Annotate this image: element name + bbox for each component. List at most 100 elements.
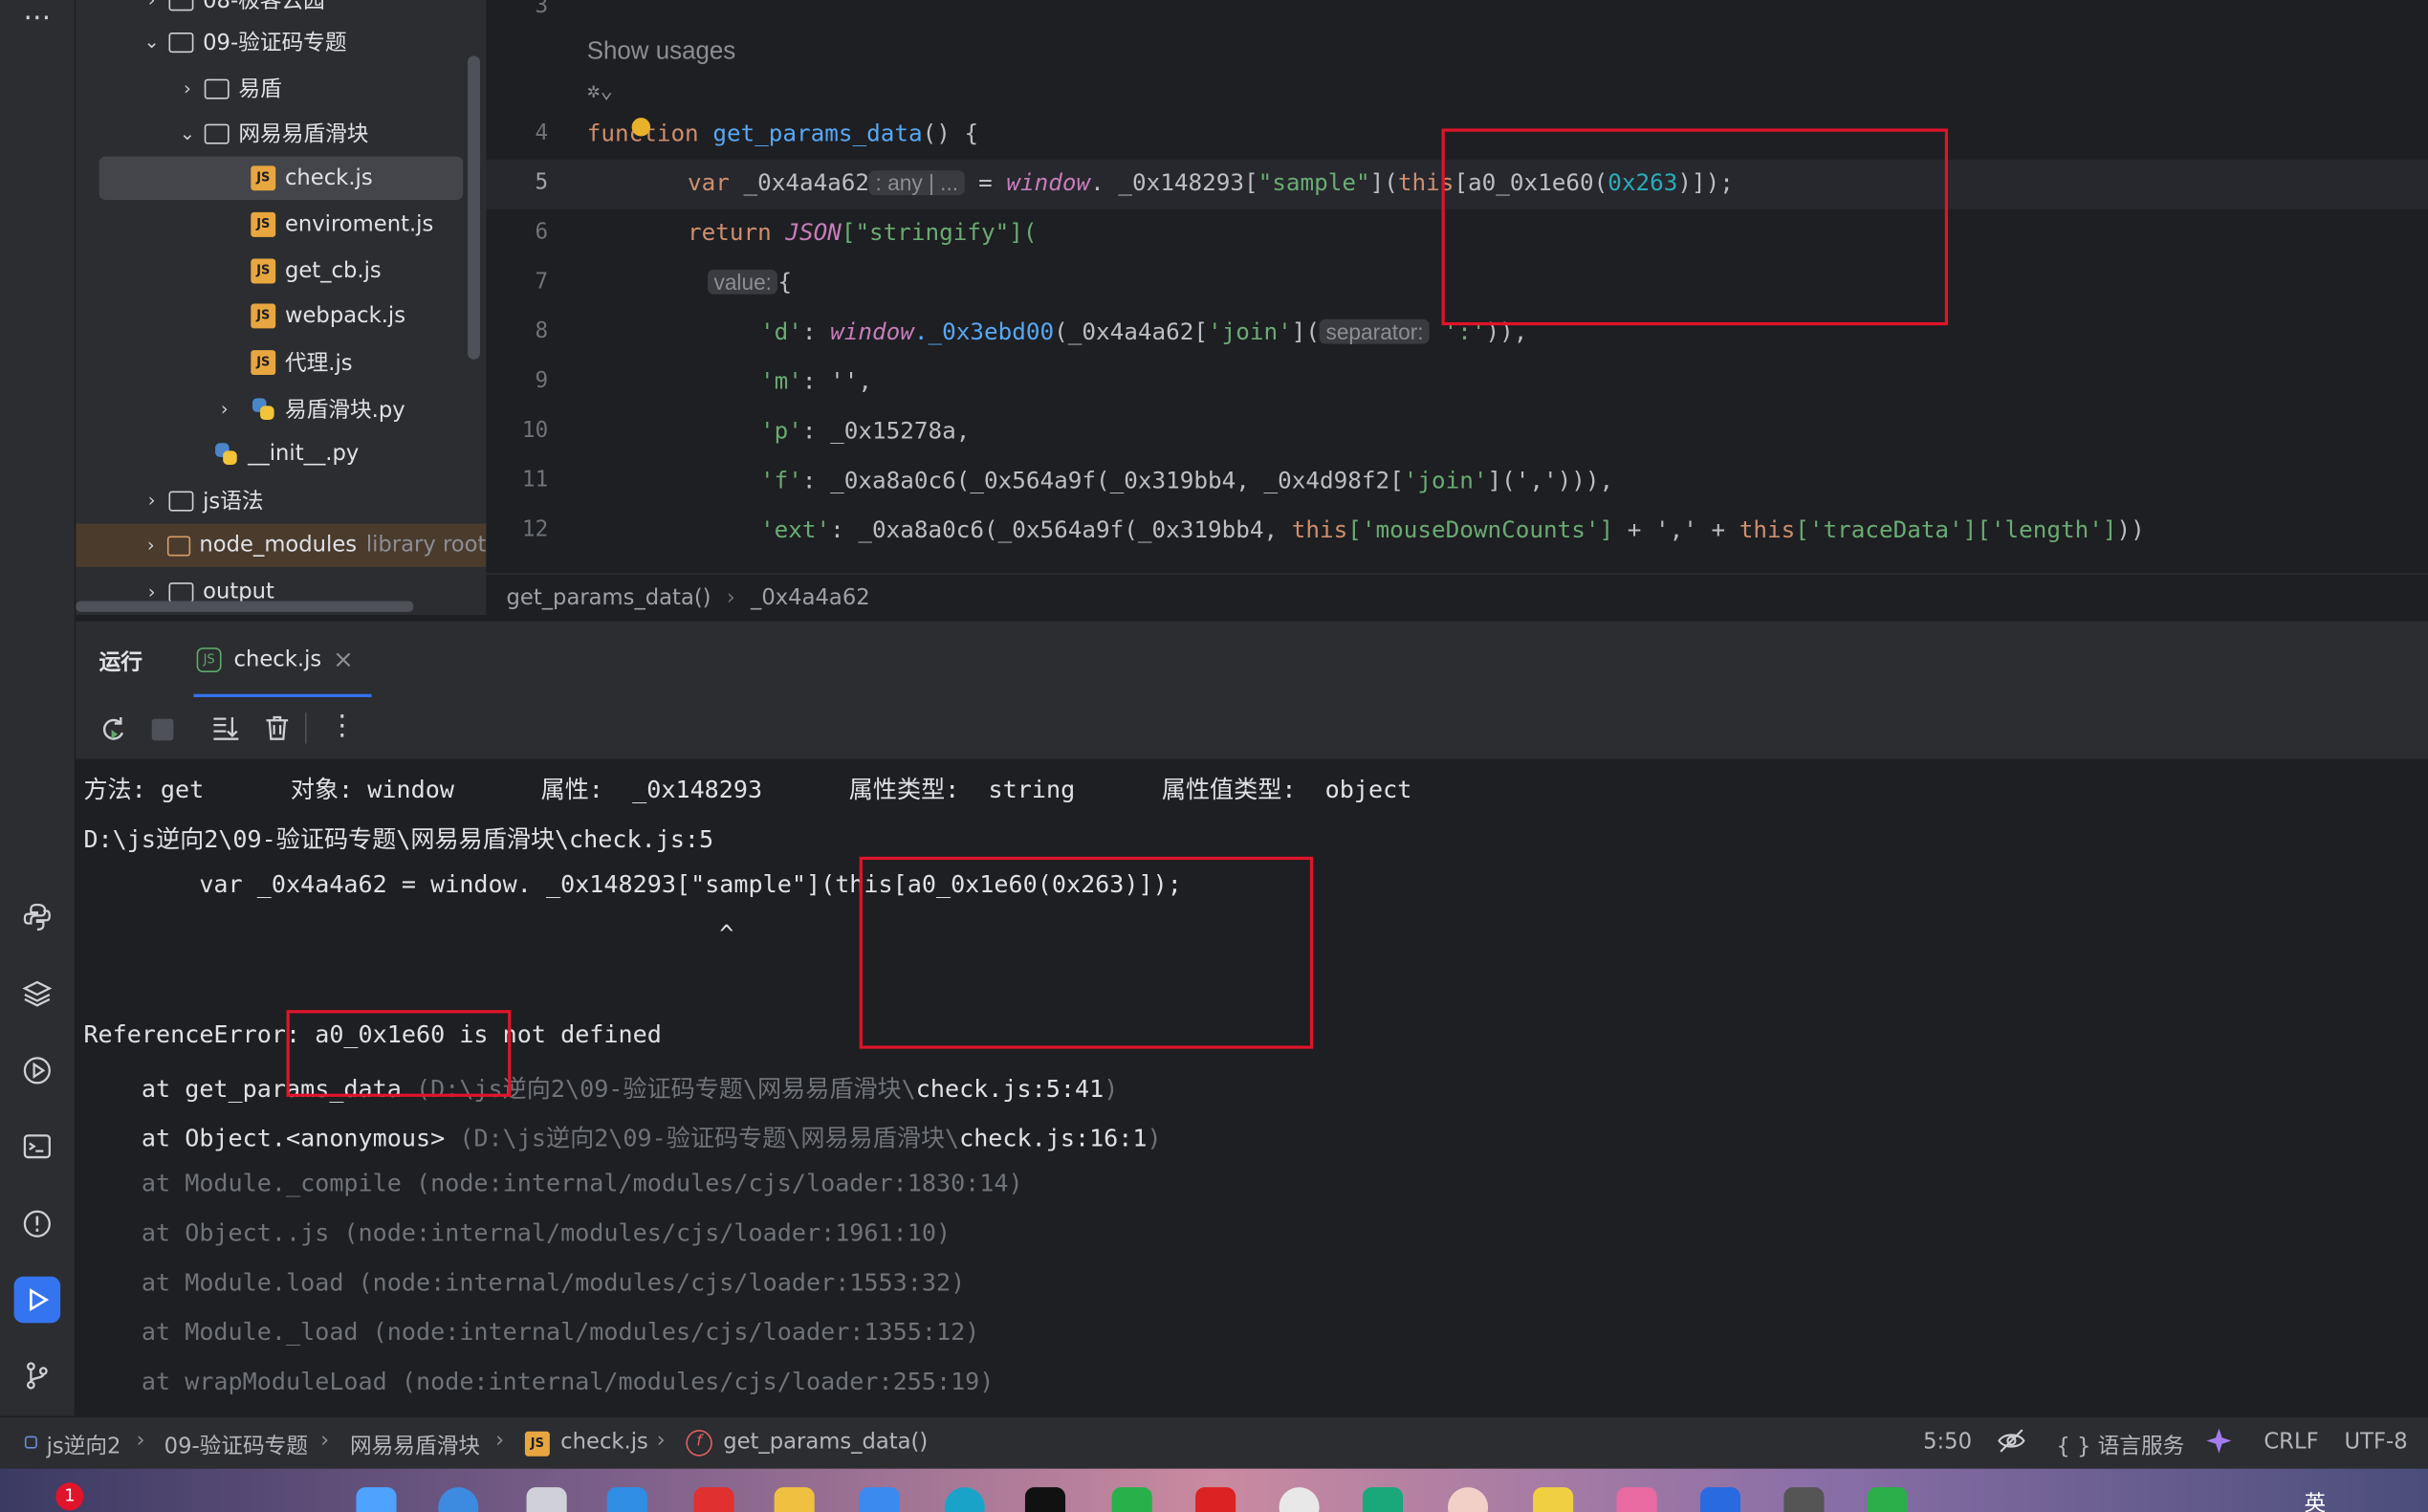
- tab-label: check.js: [233, 647, 322, 673]
- run-icon[interactable]: [13, 1276, 61, 1324]
- tree-item-folder[interactable]: › 08-极客云园: [76, 0, 486, 22]
- tree-item-file-selected[interactable]: JS check.js: [98, 156, 464, 200]
- app-icon[interactable]: [1111, 1487, 1152, 1512]
- tree-vertical-scrollbar[interactable]: [468, 55, 480, 360]
- git-icon[interactable]: [14, 1352, 61, 1399]
- scroll-to-end-icon[interactable]: [210, 712, 241, 750]
- stack-link[interactable]: check.js:16:1: [959, 1125, 1147, 1152]
- console-output[interactable]: 方法: get 对象: window 属性: _0x148293 属性类型: s…: [76, 758, 2428, 1416]
- tree-item-file[interactable]: __init__.py: [76, 432, 486, 475]
- status-bar: js逆向2 › 09-验证码专题 › 网易易盾滑块 › JS check.js …: [0, 1415, 2428, 1469]
- breadcrumb-item[interactable]: get_params_data(): [506, 585, 711, 610]
- tree-item-library-folder[interactable]: › node_modules library root: [76, 523, 487, 567]
- avatar[interactable]: [1448, 1487, 1489, 1512]
- terminal-icon[interactable]: [14, 1123, 61, 1170]
- param-hint: value:: [708, 269, 778, 295]
- show-usages-hint[interactable]: Show usages: [587, 38, 736, 66]
- chrome-icon[interactable]: [1279, 1487, 1320, 1512]
- chevron-right-icon: ›: [184, 77, 191, 99]
- search-icon[interactable]: [438, 1487, 479, 1512]
- chevron-right-icon: ›: [147, 581, 156, 603]
- tree-item-folder[interactable]: ⌄ 网易易盾滑块: [76, 112, 486, 155]
- file-explorer-icon[interactable]: [774, 1487, 815, 1512]
- stack-frame: at Object.<anonymous> (D:\js逆向2\09-验证码专题…: [83, 1125, 1162, 1153]
- netease-music-icon[interactable]: [1195, 1487, 1236, 1512]
- task-view-icon[interactable]: [526, 1487, 567, 1512]
- status-crumb[interactable]: 网易易盾滑块: [350, 1430, 480, 1460]
- folder-icon: [168, 0, 194, 11]
- breadcrumb-item[interactable]: _0x4a4a62: [751, 585, 870, 610]
- edge-icon[interactable]: [944, 1487, 985, 1512]
- app-icon[interactable]: [1533, 1487, 1574, 1512]
- code-editor[interactable]: 3 Show usages ✲⌄ 4 function get_params_d…: [486, 0, 2428, 574]
- ime-indicator[interactable]: 英: [2304, 1487, 2326, 1512]
- problems-icon[interactable]: [14, 1200, 61, 1247]
- tree-item-label: 易盾: [238, 77, 282, 102]
- app-icon[interactable]: [693, 1487, 734, 1512]
- store-icon[interactable]: [606, 1487, 647, 1512]
- tree-horizontal-scrollbar[interactable]: [76, 601, 414, 612]
- tree-item-label: node_modules: [199, 533, 358, 559]
- stack-link[interactable]: check.js:5:41: [916, 1075, 1104, 1103]
- js-file-icon: JS: [251, 211, 276, 237]
- mail-icon[interactable]: [1699, 1487, 1741, 1512]
- tool-window-rail: ⋯: [0, 0, 77, 1416]
- folder-icon: [168, 490, 194, 511]
- wechat-icon[interactable]: [1867, 1487, 1908, 1512]
- rerun-icon[interactable]: [98, 714, 128, 752]
- status-crumb[interactable]: 09-验证码专题: [164, 1430, 308, 1460]
- code-line-7: value:{: [708, 268, 792, 296]
- run-toolbar: ⋮: [76, 696, 2428, 759]
- line-number: 8: [535, 318, 549, 344]
- ai-assist-icon[interactable]: ✲⌄: [587, 79, 613, 104]
- folder-icon: [168, 32, 194, 53]
- tree-item-label: check.js: [284, 165, 373, 191]
- line-separator[interactable]: CRLF: [2264, 1430, 2318, 1455]
- tree-item-file[interactable]: JS get_cb.js: [76, 250, 486, 293]
- close-icon[interactable]: ×: [333, 645, 354, 674]
- tree-item-file[interactable]: JS enviroment.js: [76, 203, 486, 246]
- trash-icon[interactable]: [262, 712, 293, 750]
- services-icon[interactable]: [14, 1047, 61, 1094]
- more-vertical-icon[interactable]: ⋮: [328, 710, 356, 742]
- chevron-right-icon: ›: [147, 0, 156, 11]
- tree-item-file[interactable]: JS 代理.js: [76, 340, 486, 383]
- tree-item-file[interactable]: › 易盾滑块.py: [76, 387, 486, 430]
- tree-item-label: 代理.js: [284, 351, 353, 377]
- line-number: 12: [521, 517, 549, 542]
- tree-item-folder[interactable]: › js语法: [76, 479, 486, 522]
- ai-assistant-icon[interactable]: [2203, 1427, 2234, 1464]
- start-menu-icon[interactable]: [356, 1487, 397, 1512]
- file-encoding[interactable]: UTF-8: [2345, 1430, 2408, 1455]
- tree-item-folder[interactable]: ⌄ 09-验证码专题: [76, 20, 486, 63]
- app-icon[interactable]: [1616, 1487, 1657, 1512]
- ide-window: ⋯ › 08-极客云园 ⌄ 09-验证码专题 › 易盾 ⌄ 网易易盾滑块 JS …: [0, 0, 2428, 1512]
- tiktok-icon[interactable]: [1024, 1487, 1066, 1512]
- tab-check-js[interactable]: JS check.js ×: [193, 634, 372, 699]
- chevron-right-icon: ›: [220, 398, 229, 420]
- tree-item-label: 网易易盾滑块: [238, 121, 369, 147]
- language-services[interactable]: { } 语言服务: [2056, 1430, 2184, 1460]
- app-icon[interactable]: [1783, 1487, 1825, 1512]
- status-crumb[interactable]: js逆向2: [47, 1430, 121, 1460]
- folder-icon: [166, 535, 190, 556]
- stop-icon[interactable]: [151, 718, 174, 741]
- intention-bulb-icon[interactable]: [631, 118, 651, 137]
- chevron-right-icon: ›: [147, 489, 156, 512]
- eye-off-icon[interactable]: [1998, 1427, 2025, 1461]
- python-file-icon: [251, 397, 275, 422]
- cursor-position[interactable]: 5:50: [1923, 1430, 1972, 1455]
- status-crumb[interactable]: check.js: [560, 1430, 648, 1455]
- tree-item-label: 09-验证码专题: [203, 31, 347, 56]
- console-line: 方法: get 对象: window 属性: _0x148293 属性类型: s…: [83, 776, 1412, 804]
- annotation-box: [1441, 128, 1949, 326]
- python-console-icon[interactable]: [14, 894, 61, 941]
- tree-item-folder[interactable]: › 易盾: [76, 67, 486, 110]
- app-icon[interactable]: [859, 1487, 900, 1512]
- pycharm-icon[interactable]: [1362, 1487, 1404, 1512]
- line-number: 9: [535, 368, 549, 394]
- status-crumb[interactable]: get_params_data(): [723, 1430, 928, 1455]
- layers-icon[interactable]: [14, 970, 61, 1017]
- tree-item-file[interactable]: JS webpack.js: [76, 295, 486, 338]
- more-icon[interactable]: ⋯: [14, 0, 61, 40]
